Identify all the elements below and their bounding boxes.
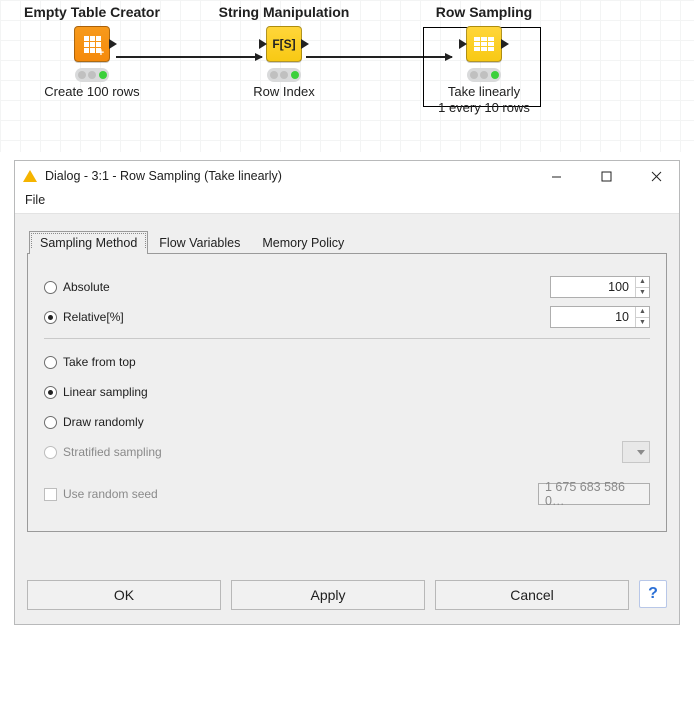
radio-stratified-sampling: Stratified sampling — [44, 445, 472, 459]
checkbox-icon — [44, 488, 57, 501]
radio-label: Relative[%] — [63, 310, 124, 324]
tab-strip: Sampling Method Flow Variables Memory Po… — [27, 230, 667, 253]
radio-label: Linear sampling — [63, 385, 148, 399]
spinner-down-icon[interactable]: ▼ — [636, 318, 649, 328]
node-string-manipulation[interactable]: String Manipulation F[S] Row Index — [184, 4, 384, 100]
node-icon: + — [74, 26, 110, 62]
node-label: Create 100 rows — [0, 84, 192, 100]
dialog-title: Dialog - 3:1 - Row Sampling (Take linear… — [45, 169, 527, 183]
help-icon: ? — [648, 585, 658, 603]
radio-absolute[interactable]: Absolute — [44, 280, 472, 294]
traffic-light-icon — [467, 68, 501, 82]
spinner-up-icon[interactable]: ▲ — [636, 307, 649, 318]
spinner-up-icon[interactable]: ▲ — [636, 277, 649, 288]
help-button[interactable]: ? — [639, 580, 667, 608]
radio-relative[interactable]: Relative[%] — [44, 310, 472, 324]
tab-panel-sampling-method: Absolute 100 ▲▼ Relative[%] 10 — [27, 253, 667, 532]
radio-label: Draw randomly — [63, 415, 144, 429]
maximize-button[interactable] — [585, 162, 627, 190]
tab-flow-variables[interactable]: Flow Variables — [148, 231, 251, 254]
out-port-icon[interactable] — [501, 39, 509, 49]
dialog-row-sampling: Dialog - 3:1 - Row Sampling (Take linear… — [14, 160, 680, 625]
radio-icon — [44, 386, 57, 399]
node-category-label: Row Sampling — [384, 4, 584, 20]
relative-value: 10 — [551, 307, 635, 327]
close-button[interactable] — [635, 162, 677, 190]
radio-label: Stratified sampling — [63, 445, 162, 459]
radio-icon — [44, 356, 57, 369]
radio-take-from-top[interactable]: Take from top — [44, 355, 650, 369]
seed-value: 1 675 683 586 0… — [539, 484, 649, 504]
out-port-icon[interactable] — [109, 39, 117, 49]
checkbox-label: Use random seed — [63, 487, 158, 501]
stratified-column-combo — [622, 441, 650, 463]
function-string-icon: F[S] — [272, 37, 295, 51]
close-icon — [651, 171, 662, 182]
dialog-button-row: OK Apply Cancel ? — [27, 580, 667, 610]
spinner-down-icon[interactable]: ▼ — [636, 288, 649, 298]
menu-file[interactable]: File — [25, 193, 45, 207]
radio-linear-sampling[interactable]: Linear sampling — [44, 385, 650, 399]
absolute-value: 100 — [551, 277, 635, 297]
table-rows-icon — [474, 37, 494, 51]
node-label: Take linearly 1 every 10 rows — [384, 84, 584, 116]
dialog-client-area: Sampling Method Flow Variables Memory Po… — [15, 213, 679, 624]
separator — [44, 338, 650, 339]
node-category-label: String Manipulation — [184, 4, 384, 20]
relative-spinner[interactable]: 10 ▲▼ — [550, 306, 650, 328]
checkbox-use-random-seed[interactable]: Use random seed — [44, 487, 472, 501]
ok-button[interactable]: OK — [27, 580, 221, 610]
out-port-icon[interactable] — [301, 39, 309, 49]
apply-button[interactable]: Apply — [231, 580, 425, 610]
node-label: Row Index — [184, 84, 384, 100]
in-port-icon[interactable] — [259, 39, 267, 49]
traffic-light-icon — [267, 68, 301, 82]
cancel-button[interactable]: Cancel — [435, 580, 629, 610]
grid-plus-icon: + — [84, 36, 101, 53]
radio-icon — [44, 281, 57, 294]
maximize-icon — [601, 171, 612, 182]
node-category-label: Empty Table Creator — [0, 4, 192, 20]
minimize-icon — [551, 171, 562, 182]
workflow-canvas[interactable]: Empty Table Creator + Create 100 rows St… — [0, 0, 694, 152]
absolute-spinner[interactable]: 100 ▲▼ — [550, 276, 650, 298]
radio-icon — [44, 311, 57, 324]
node-empty-table-creator[interactable]: Empty Table Creator + Create 100 rows — [0, 4, 192, 100]
radio-icon — [44, 446, 57, 459]
tab-memory-policy[interactable]: Memory Policy — [251, 231, 355, 254]
seed-field: 1 675 683 586 0… — [538, 483, 650, 505]
node-icon: F[S] — [266, 26, 302, 62]
radio-icon — [44, 416, 57, 429]
traffic-light-icon — [75, 68, 109, 82]
node-icon — [466, 26, 502, 62]
minimize-button[interactable] — [535, 162, 577, 190]
radio-label: Absolute — [63, 280, 110, 294]
tab-sampling-method[interactable]: Sampling Method — [29, 231, 148, 254]
in-port-icon[interactable] — [459, 39, 467, 49]
row-absolute: Absolute 100 ▲▼ — [44, 272, 650, 302]
node-row-sampling[interactable]: Row Sampling Take linearly 1 every 10 ro… — [384, 4, 584, 116]
radio-draw-randomly[interactable]: Draw randomly — [44, 415, 650, 429]
dialog-titlebar[interactable]: Dialog - 3:1 - Row Sampling (Take linear… — [15, 161, 679, 191]
menubar: File — [15, 191, 679, 213]
radio-label: Take from top — [63, 355, 136, 369]
row-relative: Relative[%] 10 ▲▼ — [44, 302, 650, 332]
knime-triangle-icon — [23, 170, 37, 182]
